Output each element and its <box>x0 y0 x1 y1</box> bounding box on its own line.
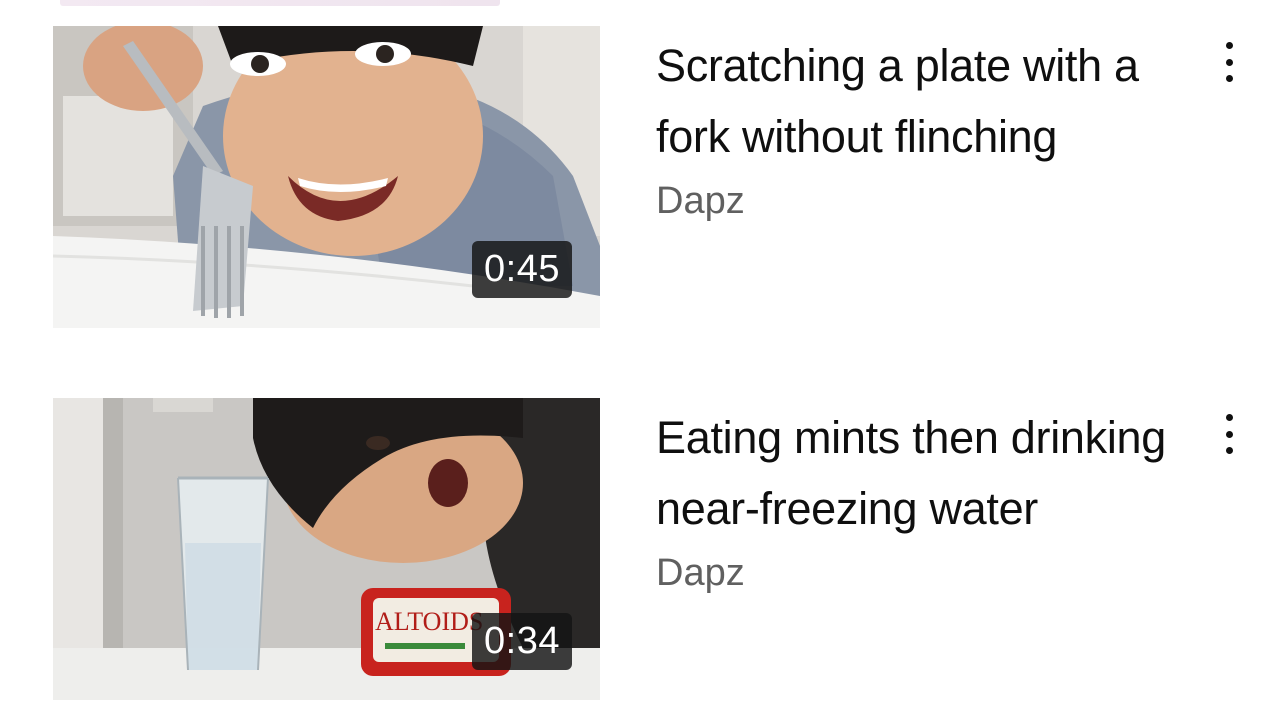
duration-badge: 0:34 <box>472 613 572 670</box>
video-item[interactable]: 0:45 Scratching a plate with a fork with… <box>53 26 1253 328</box>
previous-item-edge <box>60 0 500 6</box>
video-title[interactable]: Scratching a plate with a fork without f… <box>656 30 1196 172</box>
video-title[interactable]: Eating mints then drinking near-freezing… <box>656 402 1196 544</box>
channel-name[interactable]: Dapz <box>656 548 1196 598</box>
video-item[interactable]: ALTOIDS 0:34 Eating mints then drinking … <box>53 398 1253 700</box>
video-feed: 0:45 Scratching a plate with a fork with… <box>0 0 1280 720</box>
vertical-ellipsis-icon <box>1225 414 1233 421</box>
video-thumbnail[interactable]: 0:45 <box>53 26 600 328</box>
video-thumbnail[interactable]: ALTOIDS 0:34 <box>53 398 600 700</box>
video-info[interactable]: Scratching a plate with a fork without f… <box>656 30 1196 226</box>
channel-name[interactable]: Dapz <box>656 176 1196 226</box>
duration-badge: 0:45 <box>472 241 572 298</box>
altoids-logo-text: ALTOIDS <box>375 607 483 636</box>
video-info[interactable]: Eating mints then drinking near-freezing… <box>656 402 1196 598</box>
vertical-ellipsis-icon <box>1225 42 1233 49</box>
more-options-button[interactable] <box>1211 406 1247 462</box>
more-options-button[interactable] <box>1211 34 1247 90</box>
